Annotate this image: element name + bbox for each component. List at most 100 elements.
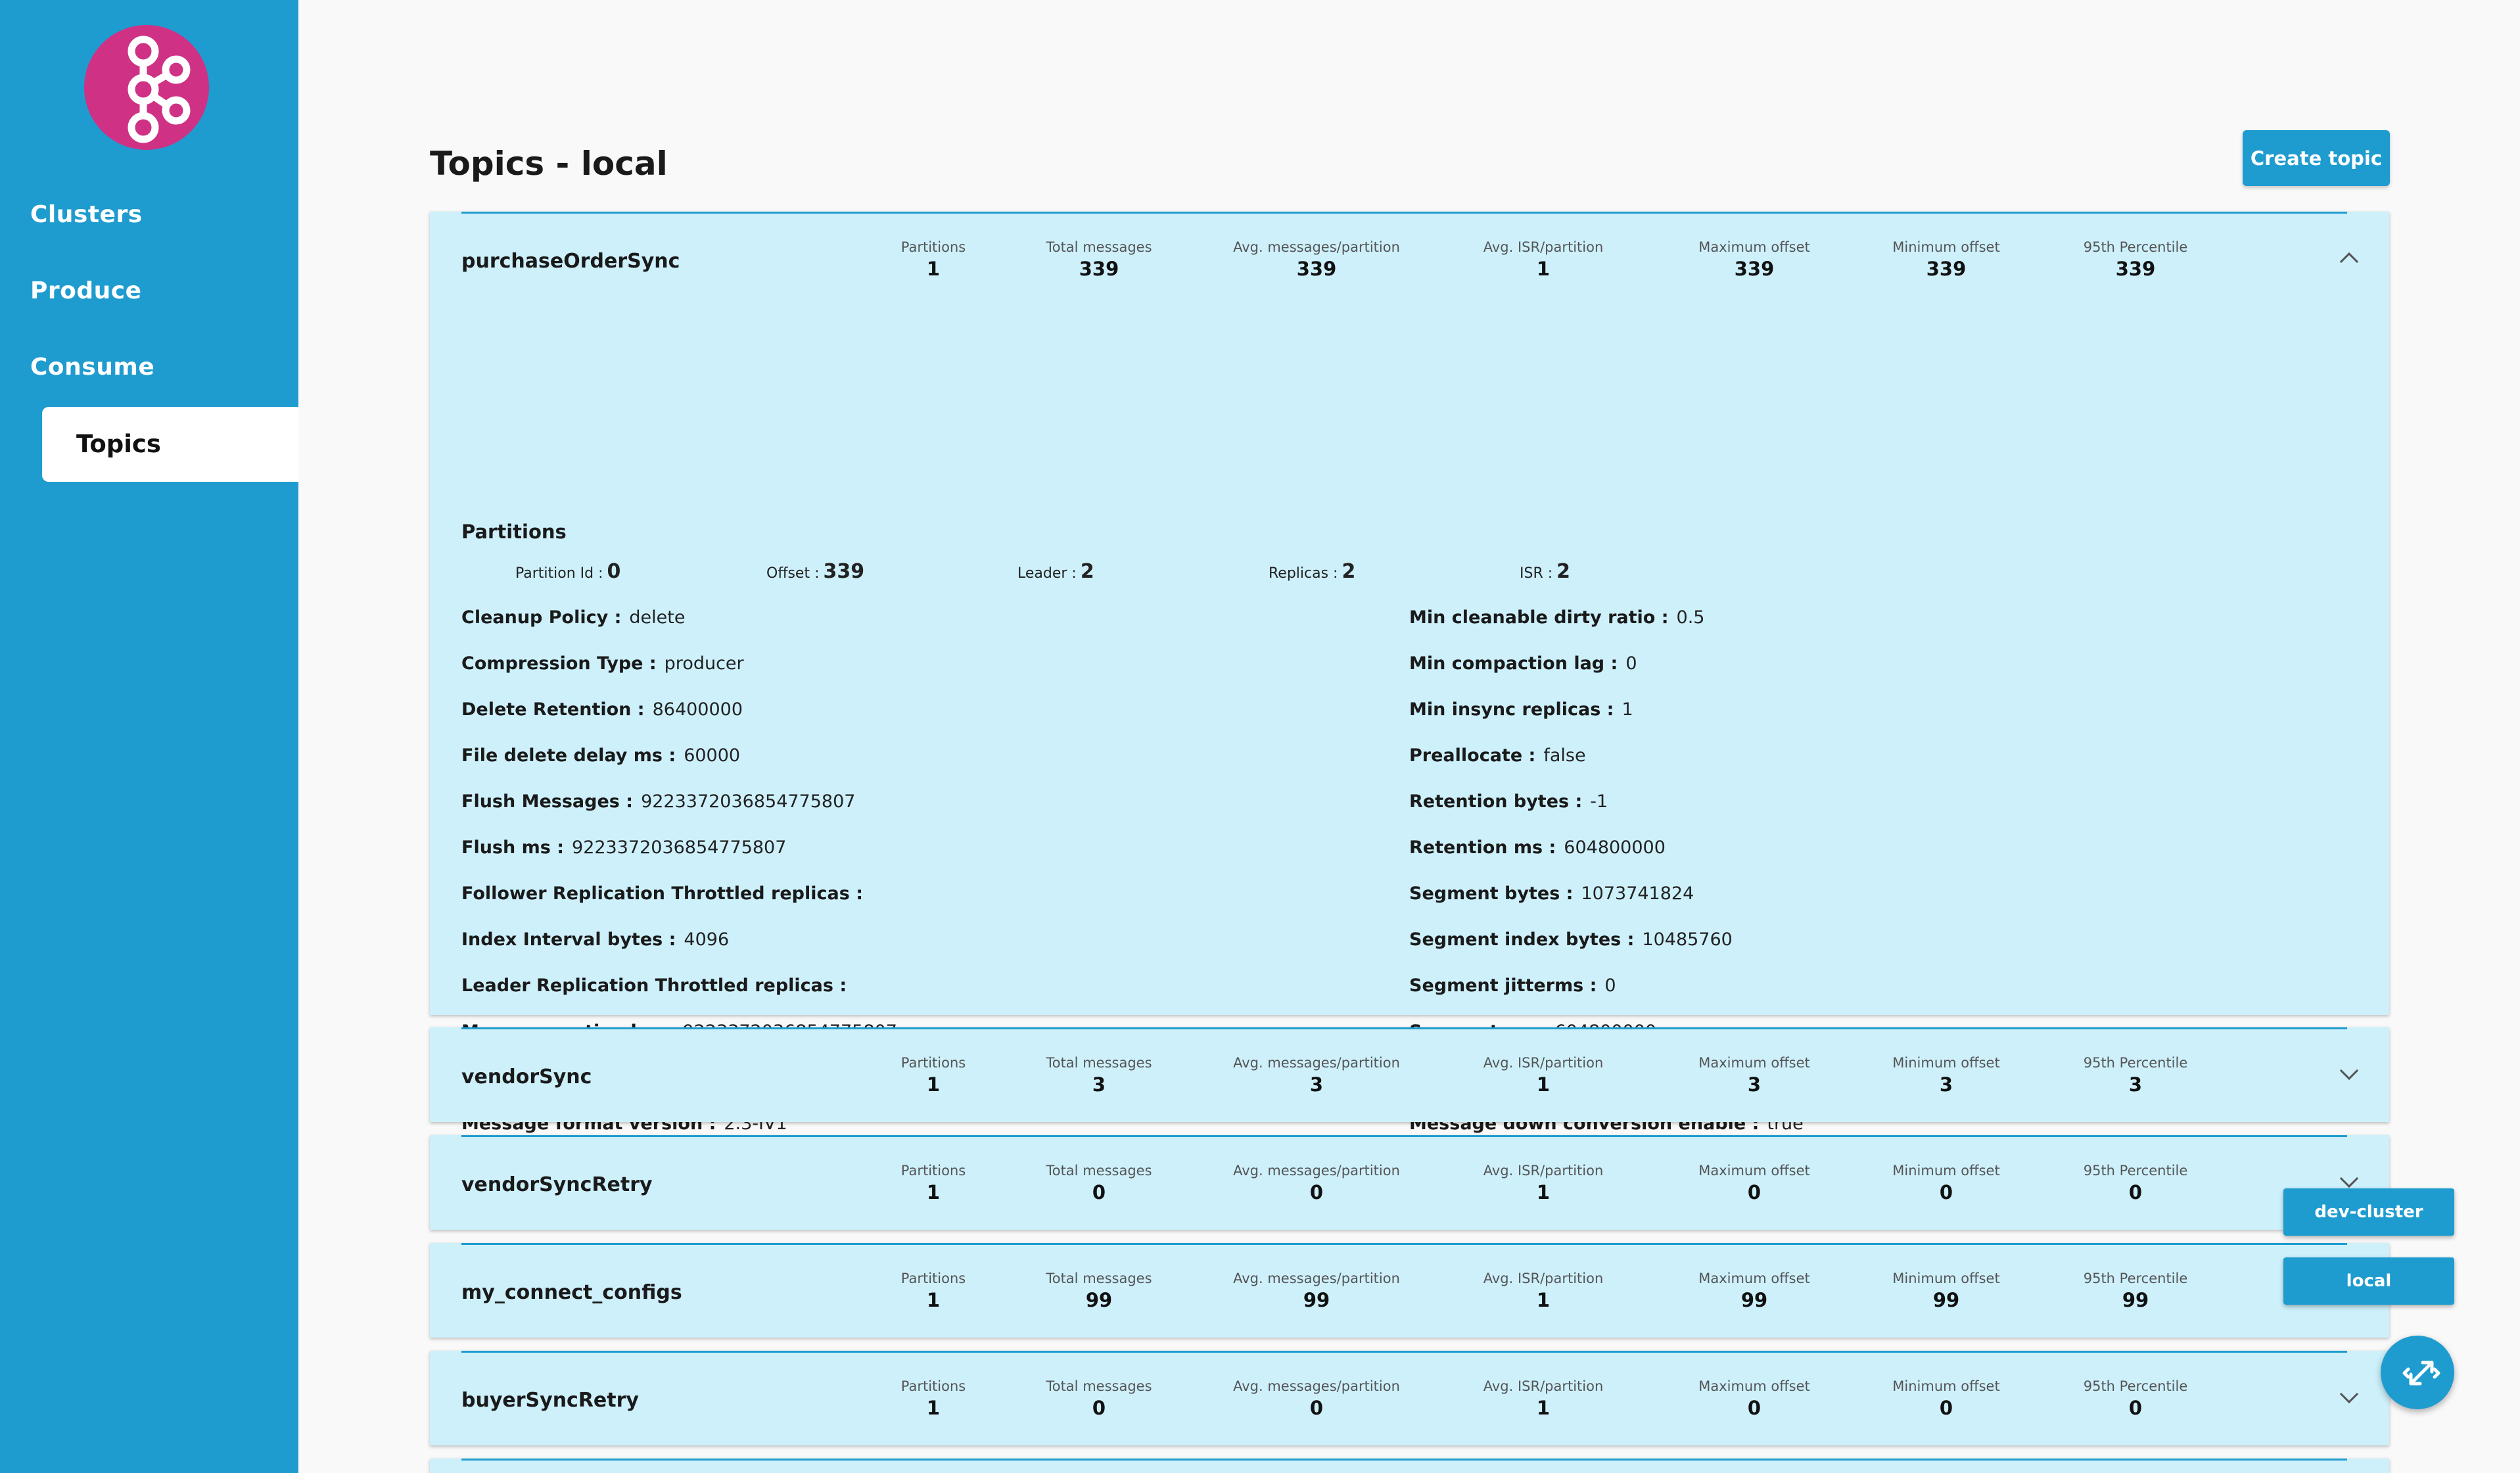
config-value: 60000 (684, 745, 741, 766)
topic-card-header[interactable]: vendorSync Partitions 1 Total messages 3 Avg… (430, 1027, 2389, 1119)
sidebar-item-produce[interactable]: Produce (30, 277, 142, 304)
partition-leader: Leader :2 (1017, 560, 1094, 583)
stat-label: Maximum offset (1698, 1055, 1810, 1071)
topic-card-header[interactable]: purchaseOrderSync Partitions 1 Total messa… (430, 212, 2389, 304)
topic-stat: Minimum offset 0 (1848, 1378, 2045, 1419)
topic-stat: 95th Percentile 0 (2037, 1378, 2234, 1419)
topic-card: vendorSync Partitions 1 Total messages 3 Avg… (430, 1027, 2389, 1122)
stat-label: Avg. messages/partition (1233, 239, 1400, 255)
config-key: Segment index bytes : (1409, 929, 1635, 950)
config-key: Cleanup Policy : (461, 607, 622, 628)
config-value: 0 (1625, 653, 1637, 674)
config-value: 1073741824 (1581, 883, 1694, 904)
stat-value: 339 (1926, 258, 1967, 280)
config-key: File delete delay ms : (461, 745, 676, 766)
topic-stat: Total messages 0 (1000, 1163, 1198, 1204)
stat-label: 95th Percentile (2083, 1055, 2188, 1071)
topic-card-header[interactable]: my_connect_configs Partitions 1 Total mess… (430, 1243, 2389, 1335)
chevron-up-icon[interactable] (2339, 252, 2359, 271)
topic-stat: Total messages 3 (1000, 1055, 1198, 1096)
chevron-down-icon[interactable] (2339, 1384, 2359, 1404)
cluster-dev-button[interactable]: dev-cluster (2283, 1188, 2454, 1236)
stat-label: Avg. messages/partition (1233, 1163, 1400, 1179)
sidebar-item-consume[interactable]: Consume (30, 354, 154, 381)
stat-value: 1 (1536, 258, 1551, 280)
topic-stat: Minimum offset 0 (1848, 1163, 2045, 1204)
config-row: Delete Retention : 86400000 (461, 699, 743, 720)
config-value: producer (664, 653, 744, 674)
stat-label: Total messages (1046, 1378, 1152, 1394)
stat-value: 99 (1740, 1289, 1768, 1311)
chevron-down-icon[interactable] (2339, 1169, 2359, 1188)
config-row: Follower Replication Throttled replicas … (461, 883, 871, 904)
create-topic-button[interactable]: Create topic (2243, 130, 2390, 186)
stat-label: Minimum offset (1892, 239, 2000, 255)
stat-value: 1 (1536, 1073, 1551, 1096)
stat-label: Avg. ISR/partition (1483, 1163, 1604, 1179)
cluster-local-button[interactable]: local (2283, 1257, 2454, 1305)
topic-card: my_connect_configs Partitions 1 Total mess… (430, 1243, 2389, 1338)
topic-stat: 95th Percentile 3 (2037, 1055, 2234, 1096)
topic-stat: Minimum offset 339 (1848, 239, 2045, 280)
stat-value: 339 (1734, 258, 1775, 280)
stat-value: 0 (1309, 1181, 1324, 1204)
topic-card: vendorSyncRetry Partitions 1 Total message… (430, 1135, 2389, 1230)
stat-label: Minimum offset (1892, 1378, 2000, 1394)
topic-name: vendorSyncRetry (461, 1173, 653, 1196)
topic-stat: Avg. ISR/partition 1 (1445, 1271, 1642, 1311)
topic-stat: Total messages 99 (1000, 1271, 1198, 1311)
config-key: Segment bytes : (1409, 883, 1574, 904)
topic-stat: Avg. ISR/partition 1 (1445, 1378, 1642, 1419)
config-row: Retention bytes : -1 (1409, 791, 1608, 812)
stat-value: 3 (1092, 1073, 1106, 1096)
stat-label: Total messages (1046, 1271, 1152, 1286)
stat-value: 0 (2128, 1397, 2143, 1419)
topic-stat: Avg. messages/partition 99 (1218, 1271, 1415, 1311)
config-key: Retention bytes : (1409, 791, 1583, 812)
switch-cluster-fab[interactable] (2381, 1336, 2454, 1409)
config-row: Min cleanable dirty ratio : 0.5 (1409, 607, 1704, 628)
topic-stat: Avg. ISR/partition 1 (1445, 1163, 1642, 1204)
config-key: Compression Type : (461, 653, 657, 674)
stat-value: 0 (1939, 1397, 1953, 1419)
config-row: Preallocate : false (1409, 745, 1586, 766)
stat-value: 3 (1939, 1073, 1953, 1096)
stat-label: Avg. ISR/partition (1483, 239, 1604, 255)
config-value: false (1543, 745, 1586, 766)
sidebar-item-topics[interactable]: Topics (42, 407, 298, 482)
stat-value: 99 (2122, 1289, 2149, 1311)
stat-label: 95th Percentile (2083, 1271, 2188, 1286)
stat-value: 1 (1536, 1181, 1551, 1204)
config-key: Segment jitterms : (1409, 975, 1597, 996)
topic-card-header[interactable]: buyerSyncRetry Partitions 1 Total messages… (430, 1351, 2389, 1443)
config-row: Min insync replicas : 1 (1409, 699, 1633, 720)
stat-label: 95th Percentile (2083, 1163, 2188, 1179)
sidebar-item-clusters[interactable]: Clusters (30, 201, 143, 228)
stat-value: 339 (1296, 258, 1337, 280)
config-row: Compression Type : producer (461, 653, 744, 674)
stat-value: 0 (2128, 1181, 2143, 1204)
topic-name: my_connect_configs (461, 1281, 682, 1304)
sidebar: Clusters Produce Consume Topics (0, 0, 298, 1473)
topic-stat: Maximum offset 99 (1656, 1271, 1853, 1311)
topic-name: vendorSync (461, 1065, 592, 1088)
chevron-down-icon[interactable] (2339, 1061, 2359, 1081)
config-row: Min compaction lag : 0 (1409, 653, 1637, 674)
stat-value: 3 (1309, 1073, 1324, 1096)
config-key: Leader Replication Throttled replicas : (461, 975, 847, 996)
config-key: Follower Replication Throttled replicas … (461, 883, 863, 904)
stat-label: Avg. ISR/partition (1483, 1378, 1604, 1394)
stat-value: 0 (1092, 1397, 1106, 1419)
stat-value: 1 (1536, 1397, 1551, 1419)
topic-stat: Total messages 0 (1000, 1378, 1198, 1419)
config-key: Retention ms : (1409, 837, 1556, 858)
stat-label: Maximum offset (1698, 239, 1810, 255)
stat-value: 3 (1747, 1073, 1762, 1096)
topic-stat: 95th Percentile 0 (2037, 1163, 2234, 1204)
partition-offset: Offset :339 (766, 560, 865, 583)
stat-value: 0 (1747, 1397, 1762, 1419)
config-value: -1 (1590, 791, 1608, 812)
config-row: Cleanup Policy : delete (461, 607, 685, 628)
config-value: 604800000 (1564, 837, 1666, 858)
topic-card-header[interactable]: vendorSyncRetry Partitions 1 Total message… (430, 1135, 2389, 1227)
